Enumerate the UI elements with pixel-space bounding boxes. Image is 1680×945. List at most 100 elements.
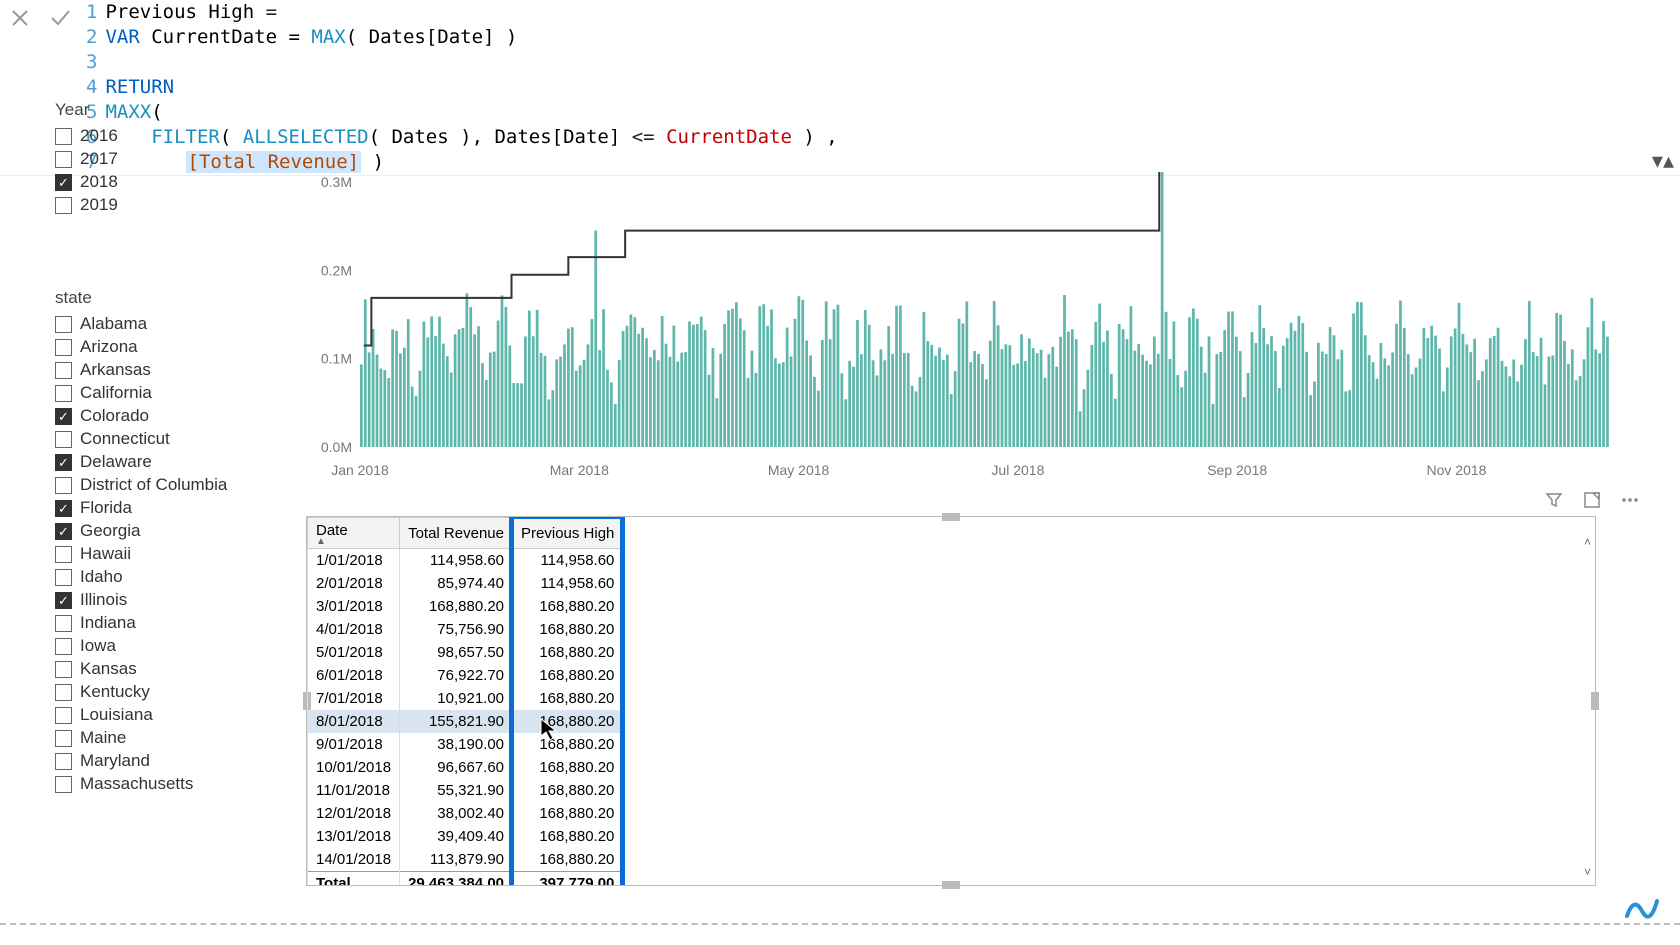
table-cell[interactable]: 98,657.50 [400, 641, 513, 664]
table-cell[interactable]: 39,409.40 [400, 825, 513, 848]
state-item[interactable]: Louisiana [55, 705, 265, 725]
state-item[interactable]: Indiana [55, 613, 265, 633]
table-cell[interactable]: 1/01/2018 [308, 549, 400, 573]
table-cell[interactable]: 114,958.60 [513, 549, 623, 573]
checkbox[interactable] [55, 385, 72, 402]
table-cell[interactable]: 9/01/2018 [308, 733, 400, 756]
checkbox[interactable] [55, 500, 72, 517]
table-cell[interactable]: 168,880.20 [513, 733, 623, 756]
checkbox[interactable] [55, 546, 72, 563]
column-header[interactable]: Date▲ [308, 518, 400, 549]
state-item[interactable]: Iowa [55, 636, 265, 656]
year-item[interactable]: 2018 [55, 172, 265, 192]
table-cell[interactable]: 14/01/2018 [308, 848, 400, 872]
table-row[interactable]: 5/01/201898,657.50168,880.20 [308, 641, 623, 664]
table-cell[interactable]: 168,880.20 [513, 848, 623, 872]
year-item[interactable]: 2019 [55, 195, 265, 215]
table-cell[interactable]: 168,880.20 [513, 802, 623, 825]
filter-icon[interactable] [1544, 490, 1564, 510]
state-item[interactable]: Florida [55, 498, 265, 518]
checkbox[interactable] [55, 151, 72, 168]
table-cell[interactable]: 85,974.40 [400, 572, 513, 595]
checkbox[interactable] [55, 523, 72, 540]
checkbox[interactable] [55, 477, 72, 494]
table-cell[interactable]: 11/01/2018 [308, 779, 400, 802]
state-item[interactable]: Connecticut [55, 429, 265, 449]
column-header[interactable]: Total Revenue [400, 518, 513, 549]
state-item[interactable]: Maryland [55, 751, 265, 771]
checkbox[interactable] [55, 197, 72, 214]
checkbox[interactable] [55, 128, 72, 145]
state-item[interactable]: Arkansas [55, 360, 265, 380]
checkbox[interactable] [55, 569, 72, 586]
table-row[interactable]: 11/01/201855,321.90168,880.20 [308, 779, 623, 802]
table-cell[interactable]: 168,880.20 [513, 595, 623, 618]
table-cell[interactable]: 96,667.60 [400, 756, 513, 779]
table-cell[interactable]: 10/01/2018 [308, 756, 400, 779]
table-cell[interactable]: 76,922.70 [400, 664, 513, 687]
state-item[interactable]: Massachusetts [55, 774, 265, 794]
checkbox[interactable] [55, 638, 72, 655]
checkbox[interactable] [55, 592, 72, 609]
checkbox[interactable] [55, 454, 72, 471]
table-cell[interactable]: 168,880.20 [513, 664, 623, 687]
checkbox[interactable] [55, 408, 72, 425]
table-cell[interactable]: 168,880.20 [513, 779, 623, 802]
table-row[interactable]: 12/01/201838,002.40168,880.20 [308, 802, 623, 825]
table-cell[interactable]: 114,958.60 [400, 549, 513, 573]
column-header[interactable]: Previous High [513, 518, 623, 549]
table-row[interactable]: 3/01/2018168,880.20168,880.20 [308, 595, 623, 618]
table-cell[interactable]: 4/01/2018 [308, 618, 400, 641]
checkbox[interactable] [55, 431, 72, 448]
data-table-visual[interactable]: Date▲Total RevenuePrevious High1/01/2018… [306, 516, 1596, 886]
table-cell[interactable]: 38,190.00 [400, 733, 513, 756]
collapse-formula-icon[interactable]: ▾▴ [1652, 148, 1674, 174]
checkbox[interactable] [55, 753, 72, 770]
checkbox[interactable] [55, 684, 72, 701]
table-cell[interactable]: 113,879.90 [400, 848, 513, 872]
table-cell[interactable]: 168,880.20 [513, 641, 623, 664]
checkbox[interactable] [55, 730, 72, 747]
state-item[interactable]: Colorado [55, 406, 265, 426]
checkbox[interactable] [55, 316, 72, 333]
year-slicer[interactable]: Year 2016201720182019 [55, 100, 265, 215]
table-row[interactable]: 10/01/201896,667.60168,880.20 [308, 756, 623, 779]
checkbox[interactable] [55, 707, 72, 724]
table-cell[interactable]: 12/01/2018 [308, 802, 400, 825]
state-item[interactable]: Arizona [55, 337, 265, 357]
checkbox[interactable] [55, 615, 72, 632]
table-cell[interactable]: 10,921.00 [400, 687, 513, 710]
table-row[interactable]: 7/01/201810,921.00168,880.20 [308, 687, 623, 710]
table-row[interactable]: 9/01/201838,190.00168,880.20 [308, 733, 623, 756]
year-item[interactable]: 2016 [55, 126, 265, 146]
year-item[interactable]: 2017 [55, 149, 265, 169]
table-cell[interactable]: 114,958.60 [513, 572, 623, 595]
table-cell[interactable]: 3/01/2018 [308, 595, 400, 618]
state-item[interactable]: Kansas [55, 659, 265, 679]
focus-mode-icon[interactable] [1582, 490, 1602, 510]
state-slicer[interactable]: state AlabamaArizonaArkansasCaliforniaCo… [55, 288, 265, 794]
table-cell[interactable]: 168,880.20 [400, 595, 513, 618]
table-cell[interactable]: 168,880.20 [513, 618, 623, 641]
table-cell[interactable]: 6/01/2018 [308, 664, 400, 687]
table-row[interactable]: 2/01/201885,974.40114,958.60 [308, 572, 623, 595]
state-item[interactable]: Maine [55, 728, 265, 748]
table-cell[interactable]: 7/01/2018 [308, 687, 400, 710]
state-item[interactable]: District of Columbia [55, 475, 265, 495]
data-table[interactable]: Date▲Total RevenuePrevious High1/01/2018… [307, 517, 623, 885]
table-row[interactable]: 1/01/2018114,958.60114,958.60 [308, 549, 623, 573]
table-row[interactable]: 6/01/201876,922.70168,880.20 [308, 664, 623, 687]
state-item[interactable]: California [55, 383, 265, 403]
table-cell[interactable]: 55,321.90 [400, 779, 513, 802]
more-options-icon[interactable] [1620, 490, 1640, 510]
state-item[interactable]: Kentucky [55, 682, 265, 702]
table-cell[interactable]: 5/01/2018 [308, 641, 400, 664]
table-row[interactable]: 14/01/2018113,879.90168,880.20 [308, 848, 623, 872]
revenue-chart[interactable]: 0.3M0.2M0.1M0.0MJan 2018Mar 2018May 2018… [300, 172, 1620, 487]
checkbox[interactable] [55, 362, 72, 379]
table-row[interactable]: 4/01/201875,756.90168,880.20 [308, 618, 623, 641]
scroll-up-icon[interactable]: ˄ [1584, 535, 1591, 549]
checkbox[interactable] [55, 339, 72, 356]
checkbox[interactable] [55, 776, 72, 793]
table-cell[interactable]: 168,880.20 [513, 756, 623, 779]
